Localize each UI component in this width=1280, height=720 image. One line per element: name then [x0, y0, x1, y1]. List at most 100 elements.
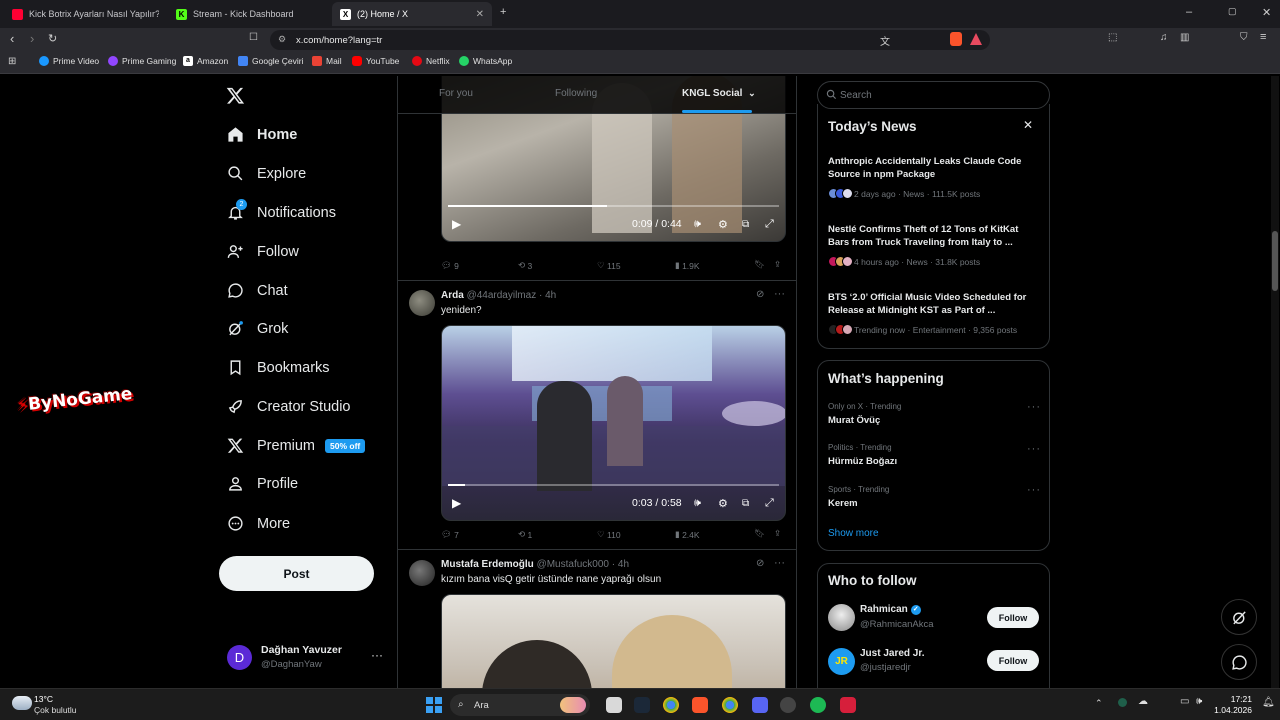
sidebar-item-premium[interactable]: Premium 50% off [227, 437, 366, 454]
apps-grid-icon[interactable]: ⊞ [8, 56, 16, 67]
browser-tab-1[interactable]: Kick Botrix Ayarları Nasıl Yapılır? Taki… [4, 2, 166, 26]
sidebar-item-creator-studio[interactable]: Creator Studio [227, 398, 351, 415]
more-dots-icon[interactable]: ··· [774, 557, 785, 569]
volume-icon[interactable]: 🕪 [694, 218, 701, 231]
scrollbar-thumb[interactable] [1272, 231, 1278, 291]
avatar[interactable] [828, 604, 855, 631]
maximize-icon[interactable]: ▢ [1228, 6, 1237, 17]
repost-button[interactable]: ⟲ 1 [518, 529, 532, 540]
pip-icon[interactable]: ⧉ [742, 219, 749, 230]
play-icon[interactable]: ▶ [452, 217, 461, 231]
sidebar-item-more[interactable]: More [227, 515, 290, 532]
reply-button[interactable]: 💬︎ 7 [441, 529, 459, 540]
forward-icon[interactable]: › [30, 31, 34, 46]
chevron-up-icon[interactable]: ⌃ [1095, 698, 1103, 709]
bookmark-youtube[interactable]: YouTube [352, 56, 399, 66]
settings-icon[interactable]: ⚙ [718, 218, 728, 231]
play-icon[interactable]: ▶ [452, 496, 461, 510]
more-dots-icon[interactable]: ··· [1027, 401, 1041, 413]
sidebar-item-explore[interactable]: Explore [227, 165, 306, 182]
views-button[interactable]: ▮ 2.4K [675, 529, 700, 540]
more-dots-icon[interactable]: ··· [1027, 484, 1041, 496]
bookmark-post-icon[interactable]: 🔖︎ [754, 528, 765, 539]
notification-center-icon[interactable]: 🔔︎ [1262, 697, 1275, 708]
settings-icon[interactable]: ⚙ [718, 497, 728, 510]
bookmark-whatsapp[interactable]: WhatsApp [459, 56, 512, 66]
clock-date[interactable]: 1.04.2026 [1212, 705, 1252, 715]
account-switcher[interactable]: D Dağhan Yavuzer @DaghanYaw ··· [221, 642, 386, 676]
weather-temp[interactable]: 13°C [34, 694, 53, 704]
volume-icon[interactable]: 🕪 [694, 497, 701, 510]
tab-kngl-social[interactable]: KNGL Social ⌄ [682, 88, 756, 99]
like-button[interactable]: ♡ 115 [597, 260, 621, 271]
post-image[interactable] [441, 594, 786, 688]
translate-icon[interactable]: 文 [880, 33, 890, 48]
network-icon[interactable]: ▭ [1180, 696, 1189, 707]
bookmark-post-icon[interactable]: 🔖︎ [754, 259, 765, 270]
weather-desc[interactable]: Çok bulutlu [34, 705, 77, 715]
like-button[interactable]: ♡ 110 [597, 529, 621, 540]
tab-following[interactable]: Following [555, 88, 597, 99]
trend-name[interactable]: Hürmüz Boğazı [828, 456, 897, 467]
post-button[interactable]: Post [219, 556, 374, 591]
discord-icon[interactable] [752, 697, 768, 713]
more-dots-icon[interactable]: ··· [1027, 443, 1041, 455]
show-more-link[interactable]: Show more [828, 528, 879, 539]
views-button[interactable]: ▮ 1.9K [675, 260, 700, 271]
browser-tab-3[interactable]: X (2) Home / X ✕ [332, 2, 492, 26]
windows-start-icon[interactable] [426, 697, 442, 713]
bookmark-prime-gaming[interactable]: Prime Gaming [108, 56, 176, 66]
minimize-icon[interactable]: – [1186, 6, 1192, 18]
close-icon[interactable]: ✕ [1023, 118, 1033, 132]
spotify-icon[interactable] [810, 697, 826, 713]
follow-button[interactable]: Follow [987, 607, 1039, 628]
bookmark-prime-video[interactable]: Prime Video [39, 56, 99, 66]
repost-button[interactable]: ⟲ 3 [518, 260, 532, 271]
trend-name[interactable]: Kerem [828, 498, 858, 509]
avatar[interactable] [409, 290, 435, 316]
sidebar-item-grok[interactable]: Grok [227, 320, 288, 337]
steam-icon[interactable] [634, 697, 650, 713]
x-logo-icon[interactable] [226, 86, 245, 105]
tray-sync-icon[interactable]: ☁ [1138, 696, 1148, 707]
bookmark-page-icon[interactable]: ☐ [249, 32, 258, 43]
reply-button[interactable]: 💬︎ 9 [441, 260, 459, 271]
tab-for-you[interactable]: For you [439, 88, 473, 99]
share-icon[interactable]: ⇪ [774, 528, 781, 539]
sidebar-item-follow[interactable]: Follow [227, 243, 299, 260]
brave-shield-icon[interactable] [950, 32, 962, 46]
sidebar-item-home[interactable]: Home [227, 126, 297, 143]
speaker-icon[interactable]: 🕪 [1196, 696, 1202, 707]
back-icon[interactable]: ‹ [10, 31, 14, 46]
task-view-icon[interactable] [606, 697, 622, 713]
reload-icon[interactable]: ↻ [48, 32, 57, 45]
avatar[interactable]: JR [828, 648, 855, 675]
brave-icon[interactable] [692, 697, 708, 713]
url-field[interactable]: ⚙ x.com/home?lang=tr 文 [270, 30, 990, 50]
grok-post-icon[interactable]: ⊘ [756, 558, 764, 569]
github-icon[interactable] [780, 697, 796, 713]
grok-post-icon[interactable]: ⊘ [756, 289, 764, 300]
site-settings-icon[interactable]: ⚙ [278, 34, 286, 45]
follow-suggestion-name[interactable]: Rahmican ✓ [860, 604, 921, 615]
news-headline[interactable]: Anthropic Accidentally Leaks Claude Code… [828, 155, 1038, 181]
vpn-icon[interactable]: ⛉ [1240, 32, 1248, 43]
app-icon[interactable] [840, 697, 856, 713]
bookmark-mail[interactable]: Mail [312, 56, 342, 66]
news-headline[interactable]: BTS ‘2.0’ Official Music Video Scheduled… [828, 291, 1038, 317]
fullscreen-icon[interactable]: ⤢ [765, 218, 774, 231]
bookmark-google-translate[interactable]: Google Çeviri [238, 56, 304, 66]
fullscreen-icon[interactable]: ⤢ [765, 497, 774, 510]
clock-time[interactable]: 17:21 [1212, 694, 1252, 704]
pip-icon[interactable]: ⧉ [742, 498, 749, 509]
browser-tab-2[interactable]: K Stream - Kick Dashboard [168, 2, 330, 26]
follow-button[interactable]: Follow [987, 650, 1039, 671]
post-author[interactable]: Arda @44ardayilmaz · 4h [441, 290, 556, 301]
media-icon[interactable]: ♫ [1160, 32, 1168, 43]
video-player[interactable]: ▶ 0:03 / 0:58 🕪 ⚙ ⧉ ⤢ [441, 325, 786, 521]
sidebar-item-profile[interactable]: Profile [227, 475, 298, 492]
chrome-icon[interactable] [722, 697, 738, 713]
close-window-icon[interactable]: ✕ [1262, 6, 1271, 19]
share-icon[interactable]: ⇪ [774, 259, 781, 270]
chat-float-button[interactable] [1221, 644, 1257, 680]
